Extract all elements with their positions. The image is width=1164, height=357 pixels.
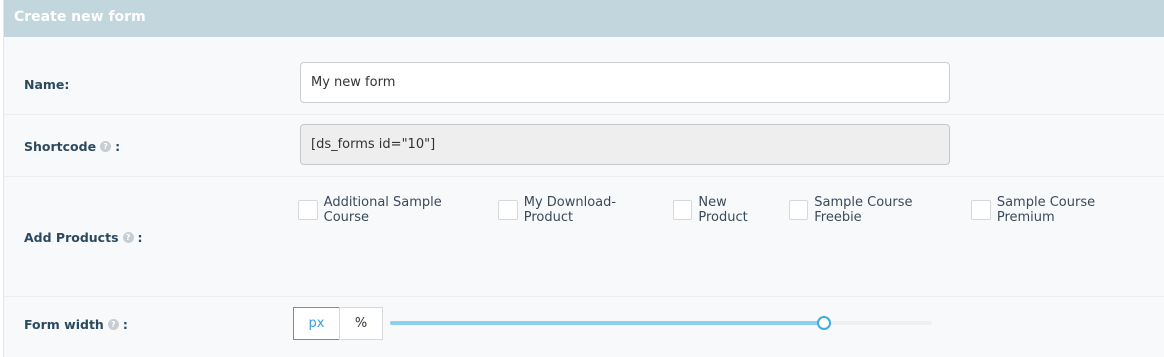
- product-option[interactable]: Additional Sample Course: [298, 195, 488, 225]
- product-label: New Product: [698, 195, 748, 225]
- slider-thumb[interactable]: [816, 316, 831, 330]
- row-divider: [4, 176, 1164, 177]
- unit-percent-button[interactable]: %: [339, 307, 383, 340]
- slider-fill: [390, 321, 824, 325]
- unit-px-button[interactable]: px: [293, 307, 340, 340]
- form-width-label-text: Form width: [24, 317, 104, 332]
- product-label: Sample Course Freebie: [814, 195, 913, 225]
- add-products-label-text: Add Products: [24, 230, 119, 245]
- shortcode-field[interactable]: [300, 124, 950, 165]
- product-checkbox[interactable]: [971, 200, 991, 220]
- shortcode-label: Shortcode ? :: [24, 139, 120, 154]
- panel-title: Create new form: [14, 9, 146, 25]
- product-option[interactable]: Sample Course Premium: [971, 195, 1154, 225]
- row-divider: [4, 114, 1164, 115]
- width-unit-toggle: px %: [293, 307, 383, 340]
- product-option[interactable]: Sample Course Freebie: [788, 195, 962, 225]
- name-label: Name:: [24, 77, 69, 92]
- create-form-panel: Create new form Name: Shortcode ? : Add …: [3, 0, 1164, 357]
- product-option[interactable]: New Product: [672, 195, 779, 225]
- row-divider: [4, 296, 1164, 297]
- panel-header: Create new form: [4, 0, 1164, 37]
- product-label: My Download-Product: [523, 195, 617, 225]
- help-icon[interactable]: ?: [122, 232, 134, 243]
- name-label-text: Name:: [24, 77, 70, 92]
- help-icon[interactable]: ?: [100, 141, 112, 152]
- product-checkbox-list: Additional Sample Course My Download-Pro…: [298, 195, 1164, 225]
- product-label: Additional Sample Course: [323, 195, 442, 225]
- label-colon: :: [115, 139, 121, 154]
- label-colon: :: [122, 317, 128, 332]
- form-width-label: Form width ? :: [24, 317, 128, 332]
- help-icon[interactable]: ?: [107, 319, 119, 330]
- product-checkbox[interactable]: [672, 200, 693, 220]
- product-label: Sample Course Premium: [996, 195, 1096, 225]
- product-checkbox[interactable]: [298, 200, 318, 220]
- form-width-slider[interactable]: [390, 316, 932, 330]
- name-input[interactable]: [300, 62, 950, 103]
- product-checkbox[interactable]: [788, 200, 809, 220]
- label-colon: :: [137, 230, 143, 245]
- product-option[interactable]: My Download-Product: [498, 195, 663, 225]
- add-products-label: Add Products ? :: [24, 230, 143, 245]
- shortcode-label-text: Shortcode: [24, 139, 97, 154]
- product-checkbox[interactable]: [498, 200, 518, 220]
